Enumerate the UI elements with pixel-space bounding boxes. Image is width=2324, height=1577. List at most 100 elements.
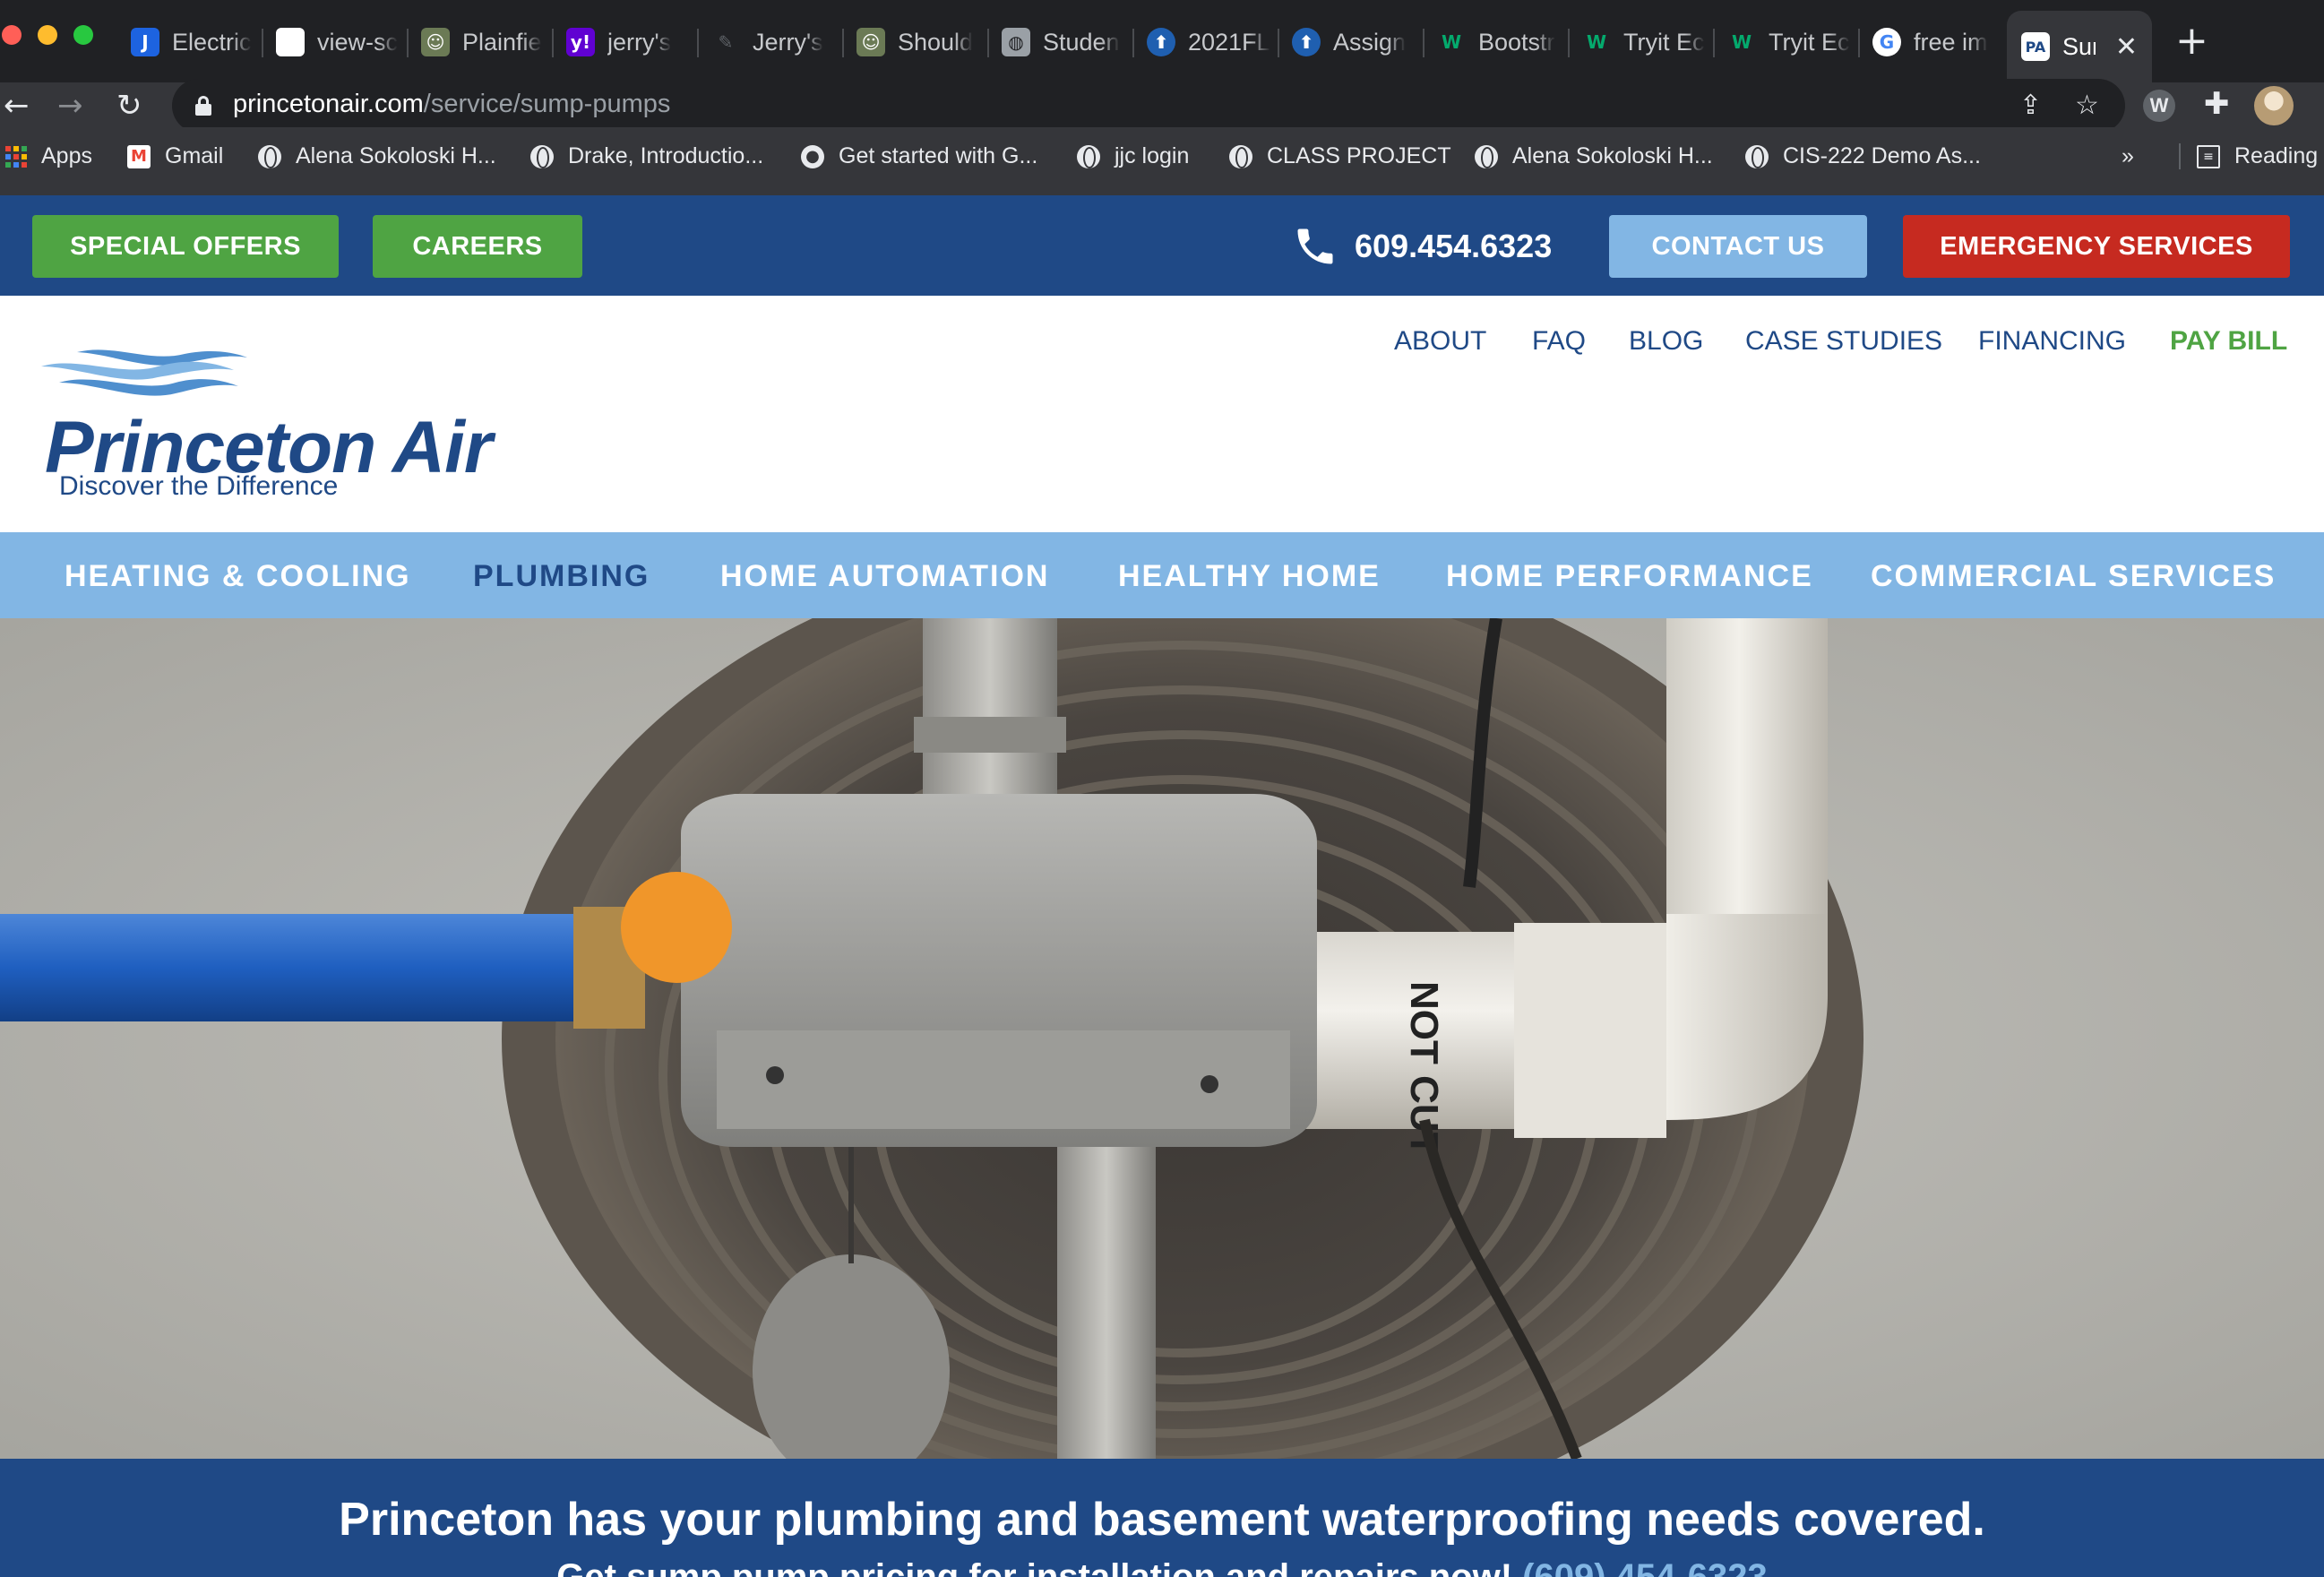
extension-w-icon[interactable]: W xyxy=(2143,90,2175,122)
browser-tab[interactable]: ☺ Plainfie xyxy=(421,13,547,72)
address-bar[interactable]: princetonair.com/service/sump-pumps ⇪ ☆ xyxy=(172,79,2125,133)
emergency-services-button[interactable]: EMERGENCY SERVICES xyxy=(1903,215,2290,278)
reading-list-icon: ≡ xyxy=(2197,144,2220,168)
browser-tab[interactable]: ⬆ 2021FL xyxy=(1147,13,1272,72)
tab-divider xyxy=(1713,29,1715,57)
tab-divider xyxy=(1858,29,1860,57)
browser-tab[interactable]: J Electric xyxy=(131,13,256,72)
extensions-puzzle-icon[interactable]: ✚ xyxy=(2204,86,2230,122)
globe-icon xyxy=(1475,144,1498,168)
banner-phone-link[interactable]: (609) 454-6323 xyxy=(1522,1557,1768,1577)
bookmark-item[interactable]: Alena Sokoloski H... xyxy=(1475,143,1713,169)
j-icon: J xyxy=(131,28,159,56)
browser-tab[interactable]: ◍ Studen xyxy=(1002,13,1127,72)
globe-icon xyxy=(258,144,281,168)
apps-grid-icon xyxy=(5,145,27,168)
maximize-window-button[interactable] xyxy=(73,25,93,45)
nav-blog[interactable]: BLOG xyxy=(1629,326,1703,357)
shield-icon: ⬆ xyxy=(1292,28,1321,56)
yahoo-icon: y! xyxy=(566,28,595,56)
bookmark-item[interactable]: Alena Sokoloski H... xyxy=(258,143,496,169)
w3-icon: W xyxy=(1441,31,1462,53)
bookmark-apps[interactable]: Apps xyxy=(5,143,92,169)
new-tab-button[interactable]: + xyxy=(2175,18,2208,64)
google-icon: G xyxy=(1872,28,1901,56)
tab-divider xyxy=(407,29,409,57)
w3-icon: W xyxy=(1731,31,1752,53)
forward-button[interactable]: → xyxy=(57,88,83,124)
browser-tab[interactable]: ⬆ Assign xyxy=(1292,13,1417,72)
nav-case-studies[interactable]: CASE STUDIES xyxy=(1745,326,1942,357)
nav-financing[interactable]: FINANCING xyxy=(1978,326,2126,357)
browser-tab[interactable]: y! jerry's xyxy=(566,13,692,72)
nav-pay-bill[interactable]: PAY BILL xyxy=(2170,326,2287,357)
special-offers-button[interactable]: SPECIAL OFFERS xyxy=(32,215,339,278)
tab-divider xyxy=(987,29,989,57)
bookmarks-overflow-button[interactable]: » xyxy=(2122,143,2134,169)
tab-divider xyxy=(697,29,699,57)
gmail-icon: M xyxy=(127,144,151,168)
bookmark-item[interactable]: jjc login xyxy=(1077,143,1189,169)
main-nav-healthy-home[interactable]: HEALTHY HOME xyxy=(1118,559,1381,594)
bookmark-item[interactable]: ● Get started with G... xyxy=(801,143,1037,169)
contact-us-button[interactable]: CONTACT US xyxy=(1609,215,1867,278)
banner-subheadline: Get sump pump pricing for installation a… xyxy=(0,1557,2324,1577)
blank-page-icon xyxy=(276,28,305,56)
browser-tab[interactable]: ✎ Jerry's xyxy=(711,13,837,72)
tab-divider xyxy=(842,29,844,57)
close-tab-icon[interactable]: ✕ xyxy=(2115,31,2138,63)
main-nav-heating-cooling[interactable]: HEATING & COOLING xyxy=(65,559,411,594)
careers-button[interactable]: CAREERS xyxy=(373,215,582,278)
phone-link[interactable]: 609.454.6323 xyxy=(1292,215,1552,278)
wrench-icon: ✎ xyxy=(718,31,734,53)
browser-tab-active[interactable]: PA Sum ✕ xyxy=(2007,11,2152,82)
share-icon[interactable]: ⇪ xyxy=(2019,90,2042,121)
main-nav-home-automation[interactable]: HOME AUTOMATION xyxy=(720,559,1049,594)
browser-tab[interactable]: G free im xyxy=(1872,13,1998,72)
browser-tab[interactable]: ☺ Should xyxy=(856,13,982,72)
globe-icon: ◍ xyxy=(1002,28,1030,56)
mascot-icon: ☺ xyxy=(856,28,885,56)
nav-faq[interactable]: FAQ xyxy=(1532,326,1586,357)
bookmark-star-icon[interactable]: ☆ xyxy=(2075,90,2099,121)
mascot-icon: ☺ xyxy=(421,28,450,56)
url-text[interactable]: princetonair.com/service/sump-pumps xyxy=(233,90,670,119)
browser-tab[interactable]: view-sc xyxy=(276,13,401,72)
tab-divider xyxy=(1132,29,1134,57)
minimize-window-button[interactable] xyxy=(38,25,57,45)
nav-about[interactable]: ABOUT xyxy=(1394,326,1486,357)
bookmark-gmail[interactable]: M Gmail xyxy=(127,143,223,169)
tab-divider xyxy=(1278,29,1279,57)
main-nav-home-performance[interactable]: HOME PERFORMANCE xyxy=(1446,559,1813,594)
tab-divider xyxy=(552,29,554,57)
browser-tab[interactable]: W Tryit Ec xyxy=(1582,13,1708,72)
profile-avatar[interactable] xyxy=(2254,86,2294,125)
tab-divider xyxy=(262,29,263,57)
globe-icon xyxy=(1745,144,1769,168)
logo-waves-icon[interactable] xyxy=(23,345,256,407)
browser-tab[interactable]: W Tryit Ec xyxy=(1727,13,1853,72)
github-icon: ● xyxy=(801,144,824,168)
w3-icon: W xyxy=(1586,31,1607,53)
globe-icon xyxy=(1229,144,1252,168)
lock-icon xyxy=(195,96,211,116)
main-nav-plumbing[interactable]: PLUMBING xyxy=(473,559,650,594)
phone-icon xyxy=(1297,228,1333,264)
pa-icon: PA xyxy=(2021,32,2050,61)
bookmark-item[interactable]: CIS-222 Demo As... xyxy=(1745,143,1981,169)
shield-icon: ⬆ xyxy=(1147,28,1175,56)
tab-divider xyxy=(1568,29,1570,57)
close-window-button[interactable] xyxy=(2,25,22,45)
hero-image: NOT CUT xyxy=(0,618,2324,1459)
browser-tab[interactable]: W Bootstr xyxy=(1437,13,1562,72)
reading-list-button[interactable]: ≡ Reading Li xyxy=(2179,143,2324,169)
bookmark-item[interactable]: Drake, Introductio... xyxy=(530,143,763,169)
main-nav-commercial-services[interactable]: COMMERCIAL SERVICES xyxy=(1871,559,2276,594)
back-button[interactable]: ← xyxy=(4,88,30,124)
bookmarks-bar: Apps M Gmail Alena Sokoloski H... Drake,… xyxy=(0,127,2324,195)
phone-number: 609.454.6323 xyxy=(1355,228,1553,264)
bookmark-item[interactable]: CLASS PROJECT xyxy=(1229,143,1451,169)
globe-icon xyxy=(530,144,554,168)
banner-headline: Princeton has your plumbing and basement… xyxy=(339,1494,1985,1546)
reload-button[interactable]: ↻ xyxy=(116,88,142,124)
